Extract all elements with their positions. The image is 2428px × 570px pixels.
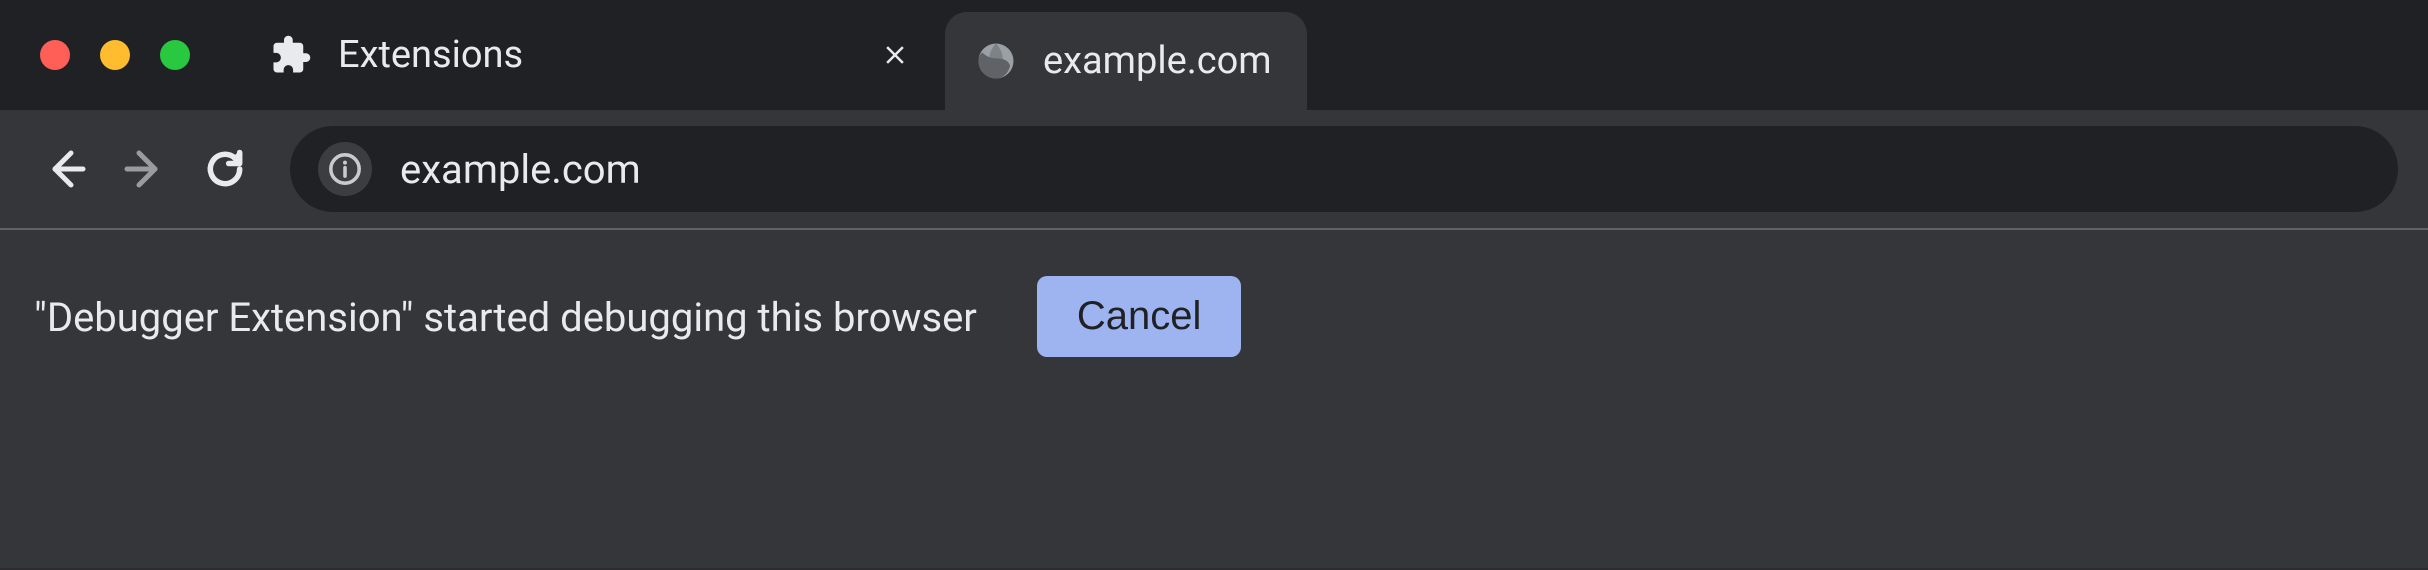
tab-example-com[interactable]: example.com <box>945 12 1307 110</box>
tab-strip: Extensions example.com <box>0 0 2428 110</box>
cancel-button[interactable]: Cancel <box>1037 276 1242 357</box>
toolbar: example.com <box>0 110 2428 230</box>
tab-title: Extensions <box>338 33 523 77</box>
window-zoom-button[interactable] <box>160 40 190 70</box>
tab-extensions[interactable]: Extensions <box>245 0 945 110</box>
extension-icon <box>270 34 312 76</box>
window-minimize-button[interactable] <box>100 40 130 70</box>
site-info-button[interactable] <box>318 142 372 196</box>
url-text: example.com <box>400 146 641 193</box>
globe-icon <box>975 40 1017 82</box>
info-icon <box>328 152 362 186</box>
reload-icon <box>203 147 247 191</box>
reload-button[interactable] <box>190 134 260 204</box>
omnibox[interactable]: example.com <box>290 126 2398 212</box>
arrow-left-icon <box>41 145 89 193</box>
tab-title: example.com <box>1043 39 1272 83</box>
forward-button[interactable] <box>110 134 180 204</box>
tabs-container: Extensions example.com <box>245 0 1307 110</box>
tab-close-button[interactable] <box>880 40 910 70</box>
window-close-button[interactable] <box>40 40 70 70</box>
debugger-infobar: "Debugger Extension" started debugging t… <box>0 230 2428 568</box>
close-icon <box>880 40 910 70</box>
window-controls <box>40 40 190 70</box>
infobar-message: "Debugger Extension" started debugging t… <box>34 278 977 358</box>
arrow-right-icon <box>121 145 169 193</box>
back-button[interactable] <box>30 134 100 204</box>
